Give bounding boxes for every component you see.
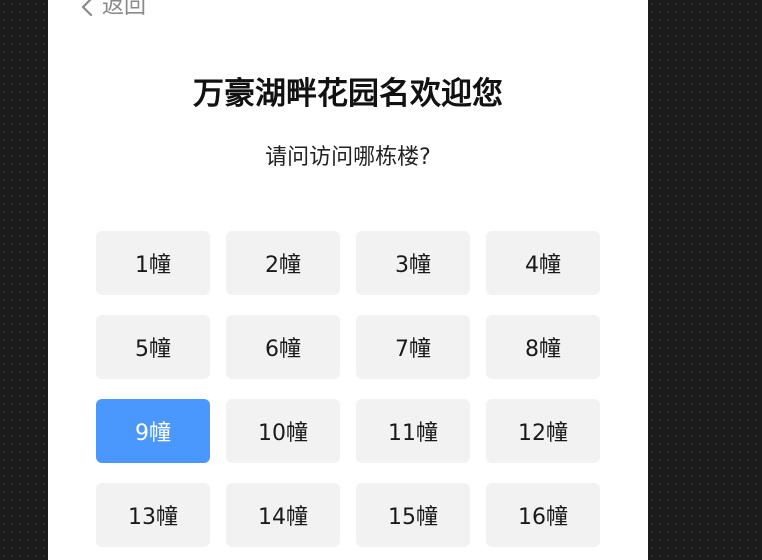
building-button[interactable]: 5幢	[96, 315, 210, 379]
building-button-selected[interactable]: 9幢	[96, 399, 210, 463]
building-button[interactable]: 3幢	[356, 231, 470, 295]
building-button[interactable]: 4幢	[486, 231, 600, 295]
building-button[interactable]: 13幢	[96, 483, 210, 547]
building-button[interactable]: 10幢	[226, 399, 340, 463]
visitor-panel: 返回 万豪湖畔花园名欢迎您 请问访问哪栋楼? 1幢 2幢 3幢 4幢 5幢 6幢…	[48, 0, 648, 560]
building-button[interactable]: 12幢	[486, 399, 600, 463]
back-button[interactable]: 返回	[78, 0, 146, 22]
building-grid: 1幢 2幢 3幢 4幢 5幢 6幢 7幢 8幢 9幢 10幢 11幢 12幢 1…	[96, 231, 600, 547]
chevron-left-icon	[78, 0, 96, 18]
building-button[interactable]: 11幢	[356, 399, 470, 463]
building-button[interactable]: 16幢	[486, 483, 600, 547]
building-button[interactable]: 15幢	[356, 483, 470, 547]
building-button[interactable]: 2幢	[226, 231, 340, 295]
building-button[interactable]: 7幢	[356, 315, 470, 379]
building-question: 请问访问哪栋楼?	[265, 145, 431, 170]
building-button[interactable]: 8幢	[486, 315, 600, 379]
back-label: 返回	[102, 0, 147, 19]
building-button[interactable]: 14幢	[226, 483, 340, 547]
building-button[interactable]: 6幢	[226, 315, 340, 379]
welcome-title: 万豪湖畔花园名欢迎您	[193, 76, 503, 112]
building-button[interactable]: 1幢	[96, 231, 210, 295]
